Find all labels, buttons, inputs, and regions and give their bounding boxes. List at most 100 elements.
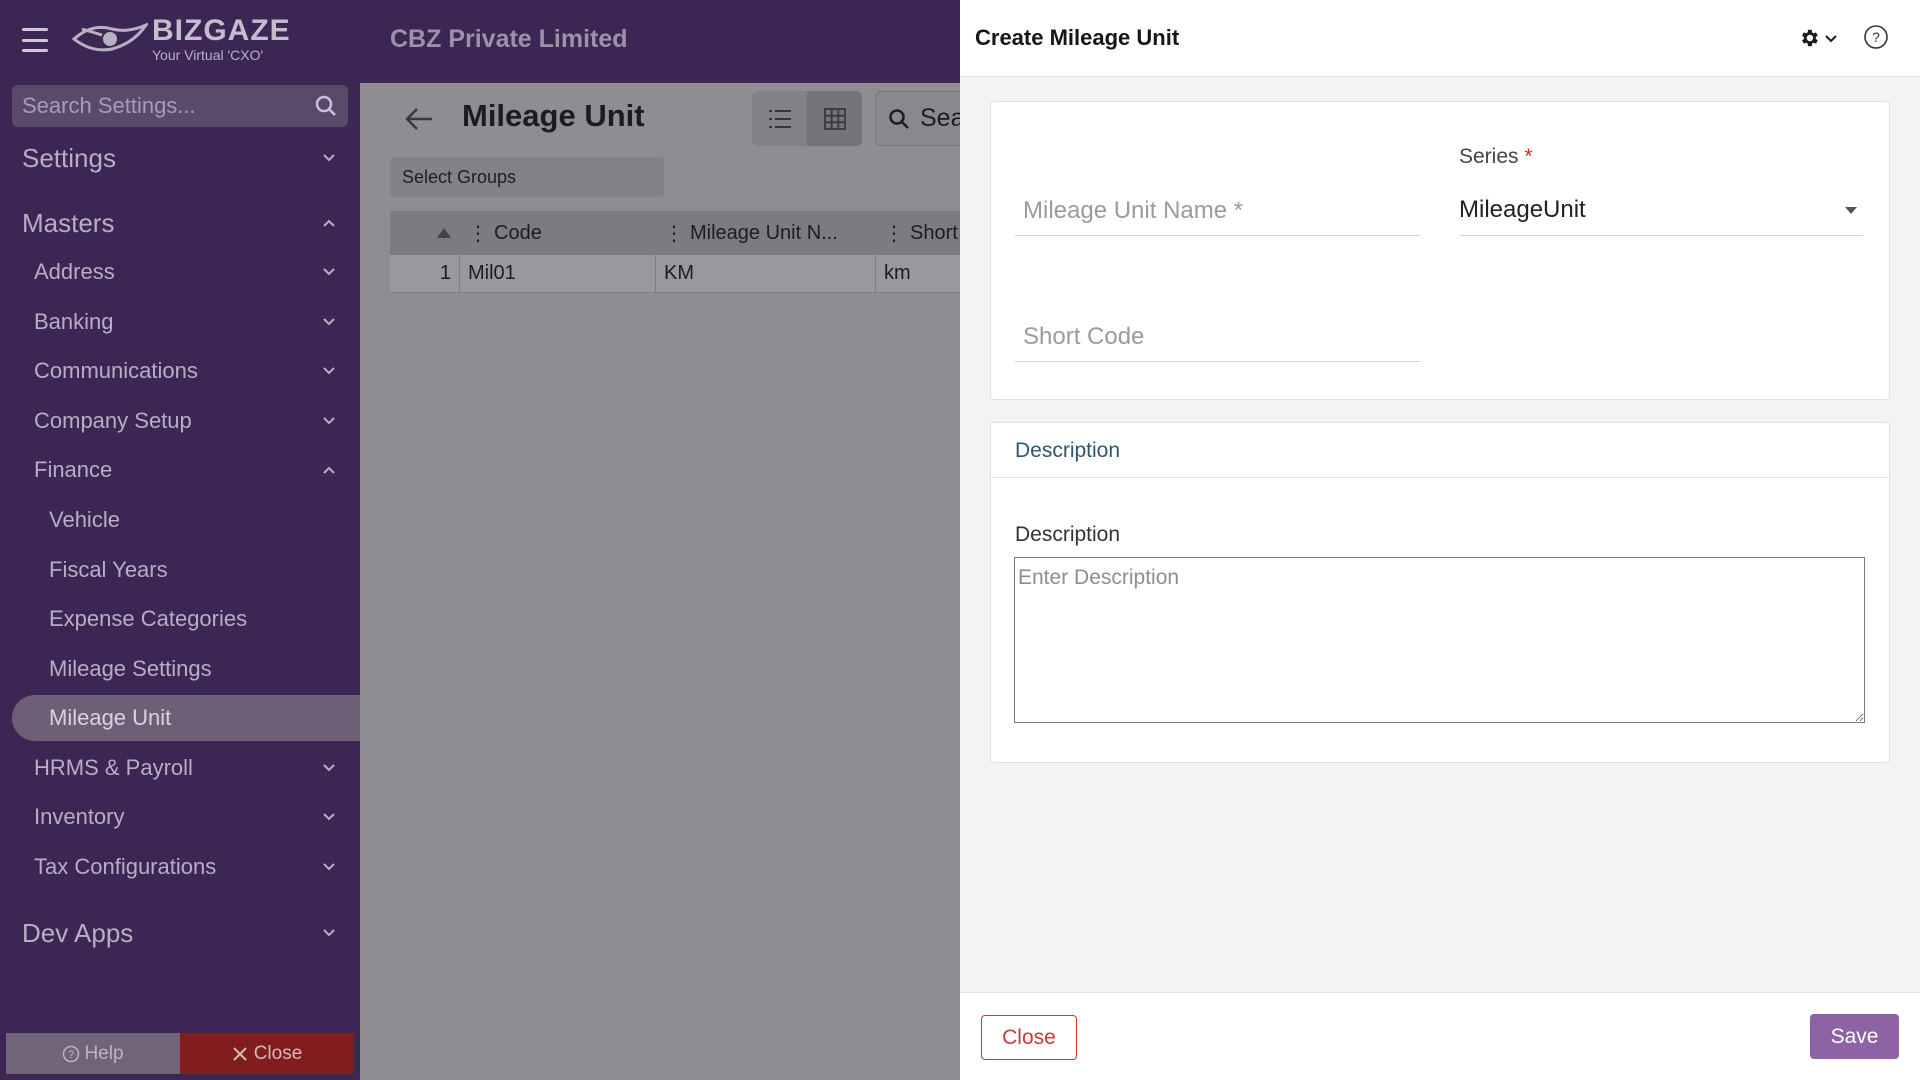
cell-mileage-unit-name: KM	[656, 255, 876, 292]
description-label: Description	[1015, 523, 1121, 546]
series-selected-value: MileageUnit	[1459, 196, 1586, 223]
sidebar-item-label: Expense Categories	[49, 606, 248, 631]
select-groups-dropdown[interactable]: Select Groups	[390, 157, 664, 197]
list-view-button[interactable]	[752, 91, 807, 146]
sidebar-item-finance[interactable]: Finance	[34, 449, 360, 491]
grid-view-icon	[823, 107, 846, 130]
sidebar-item-label: Company Setup	[34, 408, 192, 433]
list-view-icon	[768, 109, 791, 128]
sidebar-item-address[interactable]: Address	[34, 251, 360, 293]
save-button[interactable]: Save	[1810, 1014, 1899, 1059]
help-icon[interactable]: ?	[1863, 24, 1889, 50]
sidebar-search-input[interactable]	[22, 93, 314, 119]
row-number: 1	[390, 255, 460, 292]
cell-code: Mil01	[460, 255, 656, 292]
description-section-header: Description	[991, 423, 1889, 478]
sidebar-item-label: Fiscal Years	[49, 557, 168, 582]
column-header-code[interactable]: ⋮ Code	[460, 211, 656, 255]
settings-dropdown[interactable]	[1798, 26, 1842, 50]
help-button[interactable]: ? Help	[6, 1033, 180, 1074]
sidebar-search[interactable]	[12, 85, 348, 127]
sidebar-item-label: Address	[34, 259, 115, 284]
sidebar-item-banking[interactable]: Banking	[34, 301, 360, 343]
sidebar-item-hrms-payroll[interactable]: HRMS & Payroll	[34, 747, 360, 789]
close-icon	[232, 1046, 247, 1061]
main-search-text: Sea	[920, 104, 965, 132]
chevron-down-icon	[323, 268, 335, 276]
cell-short-code: km	[884, 262, 911, 284]
main-content: Mileage Unit Sea Select Groups ⋮ Code ⋮ …	[360, 83, 975, 1080]
chevron-down-icon	[323, 929, 335, 937]
dropdown-caret-icon	[1845, 206, 1857, 214]
sidebar-item-communications[interactable]: Communications	[34, 350, 360, 392]
page-title: Mileage Unit	[462, 98, 645, 133]
sidebar-item-label: Tax Configurations	[34, 854, 217, 879]
gear-icon	[1802, 29, 1818, 47]
sidebar-item-tax-configurations[interactable]: Tax Configurations	[34, 846, 360, 888]
sidebar-item-label: Communications	[34, 358, 198, 383]
logo-text: BIZGAZE	[152, 14, 291, 47]
search-icon	[889, 108, 909, 129]
chevron-down-icon	[323, 813, 335, 821]
hamburger-menu-icon[interactable]	[22, 28, 48, 52]
chevron-up-icon	[323, 466, 335, 474]
grid-header: ⋮ Code ⋮ Mileage Unit N... ⋮ Short	[390, 211, 960, 255]
sidebar-item-fiscal-years[interactable]: Fiscal Years	[49, 549, 360, 591]
details-card: Series * MileageUnit	[990, 101, 1890, 400]
sidebar-close-button[interactable]: Close	[180, 1033, 354, 1074]
column-header-short-code[interactable]: ⋮ Short	[876, 211, 960, 255]
sidebar-item-dev-apps[interactable]: Dev Apps	[22, 911, 360, 955]
description-card: Description Description	[990, 422, 1890, 763]
drawer-title: Create Mileage Unit	[975, 25, 1180, 50]
chevron-down-icon	[323, 318, 335, 326]
sidebar-item-label: Mileage Unit	[49, 705, 172, 730]
series-label-text: Series	[1459, 145, 1519, 168]
chevron-up-icon	[323, 219, 335, 227]
chevron-down-icon	[323, 764, 335, 772]
drawer-footer: Close Save	[960, 992, 1920, 1080]
sidebar-item-vehicle[interactable]: Vehicle	[49, 499, 360, 541]
help-circle-icon: ?	[63, 1045, 80, 1062]
chevron-down-icon	[323, 863, 335, 871]
view-toggle	[752, 91, 862, 146]
search-icon[interactable]	[314, 94, 338, 118]
grid-view-button[interactable]	[807, 91, 862, 146]
series-select[interactable]: MileageUnit	[1459, 185, 1863, 236]
sidebar-item-mileage-settings[interactable]: Mileage Settings	[49, 648, 360, 690]
chevron-down-icon	[323, 154, 335, 162]
help-button-label: Help	[84, 1042, 124, 1064]
mileage-unit-name-input[interactable]	[1015, 186, 1421, 236]
sidebar-item-settings[interactable]: Settings	[22, 136, 360, 180]
close-button[interactable]: Close	[981, 1015, 1077, 1060]
sort-asc-icon	[437, 228, 451, 238]
create-mileage-unit-drawer: Create Mileage Unit ? Series * MileageUn…	[960, 0, 1920, 1080]
company-name: CBZ Private Limited	[390, 25, 628, 53]
sidebar-item-label: Banking	[34, 309, 114, 334]
chevron-down-icon	[323, 367, 335, 375]
svg-text:?: ?	[1872, 29, 1880, 45]
sidebar-item-label: Settings	[22, 142, 116, 173]
sidebar-item-inventory[interactable]: Inventory	[34, 796, 360, 838]
chevron-down-icon	[1825, 35, 1837, 43]
series-label: Series *	[1459, 145, 1533, 169]
mileage-unit-grid: ⋮ Code ⋮ Mileage Unit N... ⋮ Short 1 Mil…	[390, 211, 960, 293]
row-number-header[interactable]	[390, 211, 460, 255]
description-section-title: Description	[1015, 439, 1121, 462]
column-header-label: Code	[494, 221, 542, 244]
required-asterisk: *	[1524, 145, 1533, 168]
logo-tagline: Your Virtual 'CXO'	[152, 47, 264, 63]
sidebar-item-label: Vehicle	[49, 507, 120, 532]
sidebar-footer: ? Help Close	[6, 1033, 354, 1074]
logo-eye-icon	[72, 22, 148, 52]
sidebar-item-expense-categories[interactable]: Expense Categories	[49, 598, 360, 640]
sidebar-item-mileage-unit[interactable]: Mileage Unit	[12, 695, 360, 741]
sidebar-item-masters[interactable]: Masters	[22, 201, 360, 245]
back-arrow-icon[interactable]	[404, 105, 434, 133]
short-code-input[interactable]	[1015, 312, 1421, 362]
chevron-down-icon	[323, 417, 335, 425]
column-header-mileage-unit-name[interactable]: ⋮ Mileage Unit N...	[656, 211, 876, 255]
sidebar-item-company-setup[interactable]: Company Setup	[34, 400, 360, 442]
description-textarea[interactable]	[1014, 557, 1865, 723]
table-row[interactable]: 1 Mil01 KM km	[390, 255, 960, 293]
column-menu-icon: ⋮	[468, 222, 488, 245]
